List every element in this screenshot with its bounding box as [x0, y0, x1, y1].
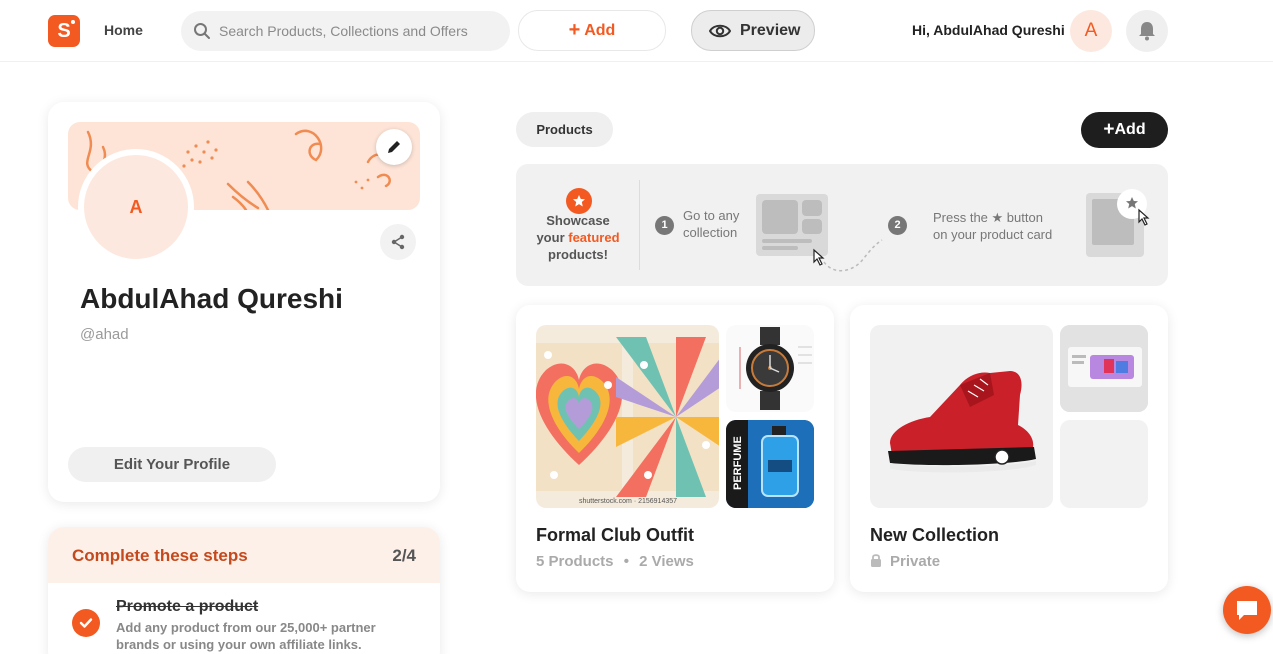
add-product-button[interactable]: +Add	[1081, 112, 1168, 148]
onboarding-steps-card: Complete these steps 2/4 Promote a produ…	[48, 527, 440, 654]
step-2-badge: 2	[888, 216, 907, 235]
pencil-icon	[388, 141, 400, 153]
collection-name[interactable]: Formal Club Outfit	[536, 525, 694, 546]
step-2-line-2: on your product card	[933, 227, 1053, 242]
bell-icon	[1139, 22, 1155, 41]
edit-banner-button[interactable]	[376, 129, 412, 165]
chat-icon	[1237, 601, 1257, 620]
share-profile-button[interactable]	[380, 224, 416, 260]
featured-showcase-banner: Showcase your featured products! 1 Go to…	[516, 164, 1168, 286]
top-nav: S Home + Add Preview Hi, AbdulAhad Qures…	[0, 0, 1273, 62]
brand-logo[interactable]: S	[48, 15, 80, 47]
plus-icon: +	[568, 19, 581, 41]
notifications-button[interactable]	[1126, 10, 1168, 52]
user-greeting: Hi, AbdulAhad Qureshi	[912, 22, 1065, 38]
profile-name: AbdulAhad Qureshi	[80, 283, 343, 314]
preview-button[interactable]: Preview	[691, 10, 815, 51]
steps-header: Complete these steps 2/4	[48, 527, 440, 583]
collection-image-sneaker	[870, 325, 1053, 508]
step-description: Add any product from our 25,000+ partner…	[116, 620, 376, 652]
step-1-line-2: collection	[683, 225, 738, 240]
steps-progress-count: 2/4	[392, 546, 416, 565]
step-title[interactable]: Promote a product	[116, 598, 258, 616]
sneaker-image	[888, 371, 1036, 473]
divider	[639, 180, 640, 270]
collection-image-poster: shutterstock.com · 2156914357	[536, 325, 719, 508]
profile-handle: @ahad	[80, 326, 129, 343]
collection-image-watch	[726, 325, 814, 412]
image-watermark: shutterstock.com · 2156914357	[579, 498, 677, 505]
collection-product-count: 5 Products	[536, 553, 614, 570]
logo-letter: S	[57, 20, 71, 42]
add-button[interactable]: + Add	[518, 10, 666, 51]
step-1-badge: 1	[655, 216, 674, 235]
plus-icon: +	[1103, 119, 1115, 140]
step-complete-checkbox[interactable]	[72, 609, 100, 637]
collection-image-screenshot	[1060, 325, 1148, 412]
star-icon	[573, 195, 585, 207]
collection-view-count: 2 Views	[639, 553, 694, 570]
eye-icon	[709, 24, 731, 38]
search-icon	[194, 23, 210, 39]
add-button-label: Add	[584, 22, 616, 39]
check-icon	[79, 618, 93, 628]
collection-image-empty	[1060, 420, 1148, 508]
collection-card-new-collection[interactable]: New Collection Private	[850, 305, 1168, 592]
nav-home-link[interactable]: Home	[104, 22, 143, 38]
meta-separator: •	[623, 553, 629, 570]
step-1-text: Go to any collection	[683, 207, 739, 241]
profile-avatar[interactable]: A	[78, 149, 194, 265]
chat-support-button[interactable]	[1223, 586, 1271, 634]
collection-card-formal-club-outfit[interactable]: shutterstock.com · 2156914357 PERFUME Fo	[516, 305, 834, 592]
step-2-text: Press the ★ button on your product card	[933, 209, 1052, 243]
poster-image: shutterstock.com · 2156914357	[536, 337, 719, 505]
product-card-illustration	[1086, 189, 1150, 257]
star-badge	[566, 188, 592, 214]
steps-title: Complete these steps	[72, 546, 248, 565]
products-filter-chip[interactable]: Products	[516, 112, 613, 147]
profile-card: A AbdulAhad Qureshi @ahad Edit Your Prof…	[48, 102, 440, 502]
search-bar[interactable]	[181, 11, 510, 51]
collection-name[interactable]: New Collection	[870, 525, 999, 546]
share-icon	[391, 234, 405, 250]
edit-profile-button[interactable]: Edit Your Profile	[68, 447, 276, 482]
showcase-line-2: your	[536, 230, 569, 245]
collection-privacy: Private	[870, 553, 940, 570]
screenshot-image	[1060, 325, 1148, 412]
step-2-line-1: Press the ★ button	[933, 210, 1043, 225]
watch-image	[739, 327, 812, 410]
user-avatar[interactable]: A	[1070, 10, 1112, 52]
collection-illustration	[756, 194, 883, 272]
lock-icon	[871, 554, 881, 567]
collection-status: Private	[890, 553, 941, 570]
add-product-label: Add	[1114, 121, 1146, 138]
collection-meta: 5 Products • 2 Views	[536, 553, 694, 570]
preview-button-label: Preview	[740, 22, 801, 39]
showcase-line-3: products!	[548, 247, 608, 262]
perfume-image: PERFUME	[726, 420, 814, 508]
perfume-label: PERFUME	[732, 436, 744, 490]
search-input[interactable]	[219, 11, 499, 51]
showcase-caption: Showcase your featured products!	[530, 212, 626, 263]
showcase-line-1: Showcase	[546, 213, 610, 228]
step-1-line-1: Go to any	[683, 208, 740, 223]
collection-image-perfume: PERFUME	[726, 420, 814, 508]
showcase-highlight: featured	[568, 230, 620, 245]
